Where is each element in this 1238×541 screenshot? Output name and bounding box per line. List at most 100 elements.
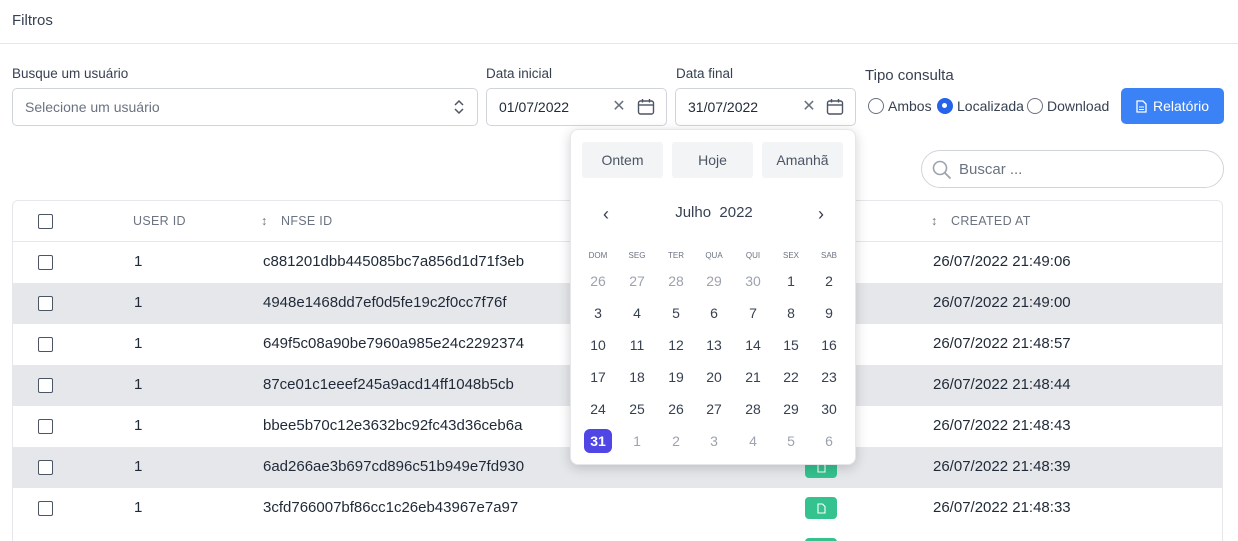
- radio-download[interactable]: Download: [1027, 97, 1109, 115]
- calendar-day[interactable]: 18: [622, 365, 652, 389]
- calendar-day[interactable]: 19: [661, 365, 691, 389]
- calendar-day[interactable]: 6: [699, 301, 729, 325]
- download-document-button[interactable]: [805, 497, 837, 519]
- calendar-day[interactable]: 21: [738, 365, 768, 389]
- calendar-day[interactable]: 4: [738, 429, 768, 453]
- column-header-created-at[interactable]: CREATED AT: [951, 214, 1031, 228]
- calendar-day[interactable]: 15: [776, 333, 806, 357]
- weekday-label: SEG: [628, 251, 646, 260]
- radio-ambos[interactable]: Ambos: [868, 97, 932, 115]
- calendar-day[interactable]: 3: [583, 301, 613, 325]
- row-checkbox[interactable]: [38, 460, 53, 475]
- calendar-day[interactable]: 26: [583, 269, 613, 293]
- calendar-day[interactable]: 28: [738, 397, 768, 421]
- document-icon: [1136, 99, 1147, 113]
- calendar-day[interactable]: 16: [814, 333, 844, 357]
- calendar-day[interactable]: 30: [738, 269, 768, 293]
- end-date-input[interactable]: 31/07/2022 ✕: [675, 88, 856, 126]
- cell-user-id: 1: [134, 294, 143, 311]
- calendar-day[interactable]: 23: [814, 365, 844, 389]
- calendar-day[interactable]: 31: [584, 429, 612, 453]
- calendar-day[interactable]: 26: [661, 397, 691, 421]
- radio-circle[interactable]: [1027, 98, 1043, 114]
- column-header-nfse-id[interactable]: NFSE ID: [281, 214, 332, 228]
- calendar-day[interactable]: 28: [661, 269, 691, 293]
- calendar-day[interactable]: 12: [661, 333, 691, 357]
- row-checkbox[interactable]: [38, 337, 53, 352]
- user-select-label: Busque um usuário: [12, 66, 129, 81]
- select-arrows-icon: [454, 99, 464, 115]
- cell-nfse-id: bbee5b70c12e3632bc92fc43d36ceb6a: [263, 417, 523, 434]
- quick-yesterday-button[interactable]: Ontem: [582, 142, 663, 178]
- datepicker-popup: Ontem Hoje Amanhã ‹ Julho 2022 › DOM SEG T…: [570, 129, 856, 465]
- search-placeholder: Buscar ...: [959, 161, 1023, 178]
- quick-tomorrow-button[interactable]: Amanhã: [762, 142, 843, 178]
- month-label[interactable]: Julho: [675, 204, 711, 221]
- cell-nfse-id: 649f5c08a90be7960a985e24c2292374: [263, 335, 525, 352]
- row-checkbox[interactable]: [38, 296, 53, 311]
- calendar-day[interactable]: 29: [699, 269, 729, 293]
- table-row[interactable]: 1 3cfd766007bf86cc1c26eb43967e7a97 26/07/2…: [13, 488, 1222, 529]
- cell-created-at: 26/07/2022 21:49:06: [933, 253, 1071, 270]
- column-header-user-id[interactable]: USER ID: [133, 214, 186, 228]
- calendar-day[interactable]: 2: [661, 429, 691, 453]
- select-all-checkbox[interactable]: [38, 214, 53, 229]
- calendar-day[interactable]: 4: [622, 301, 652, 325]
- calendar-day[interactable]: 17: [583, 365, 613, 389]
- query-type-label: Tipo consulta: [865, 67, 954, 84]
- sort-icon[interactable]: ↕: [931, 214, 938, 228]
- clear-icon[interactable]: ✕: [802, 98, 816, 116]
- calendar-day[interactable]: 7: [738, 301, 768, 325]
- clear-icon[interactable]: ✕: [612, 98, 626, 116]
- calendar-day[interactable]: 8: [776, 301, 806, 325]
- user-select[interactable]: Selecione um usuário: [12, 88, 478, 126]
- calendar-day[interactable]: 11: [622, 333, 652, 357]
- cell-nfse-id: 4948e1468dd7ef0d5fe19c2f0cc7f76f: [263, 294, 507, 311]
- weekday-label: SEX: [782, 251, 799, 260]
- end-date-label: Data final: [676, 66, 734, 81]
- calendar-icon[interactable]: [637, 98, 655, 116]
- search-input[interactable]: Buscar ...: [921, 150, 1224, 188]
- radio-label: Localizada: [957, 98, 1024, 114]
- sort-icon[interactable]: ↕: [261, 214, 268, 228]
- calendar-day[interactable]: 6: [814, 429, 844, 453]
- calendar-day[interactable]: 29: [776, 397, 806, 421]
- quick-today-button[interactable]: Hoje: [672, 142, 753, 178]
- cell-user-id: 1: [134, 499, 143, 516]
- calendar-day[interactable]: 20: [699, 365, 729, 389]
- page-header: Filtros: [0, 0, 1238, 44]
- calendar-day[interactable]: 13: [699, 333, 729, 357]
- calendar-day[interactable]: 30: [814, 397, 844, 421]
- start-date-input[interactable]: 01/07/2022 ✕: [486, 88, 667, 126]
- calendar-day[interactable]: 14: [738, 333, 768, 357]
- cell-nfse-id: 87ce01c1eeef245a9acd14ff1048b5cb: [263, 376, 514, 393]
- radio-circle[interactable]: [937, 98, 953, 114]
- calendar-day[interactable]: 5: [661, 301, 691, 325]
- calendar-day[interactable]: 5: [776, 429, 806, 453]
- weekday-label: SAB: [820, 251, 837, 260]
- row-checkbox[interactable]: [38, 419, 53, 434]
- cell-created-at: 26/07/2022 21:49:00: [933, 294, 1071, 311]
- row-checkbox[interactable]: [38, 378, 53, 393]
- calendar-day[interactable]: 25: [622, 397, 652, 421]
- calendar-day[interactable]: 2: [814, 269, 844, 293]
- year-label[interactable]: 2022: [719, 204, 752, 221]
- row-checkbox[interactable]: [38, 501, 53, 516]
- calendar-day[interactable]: 24: [583, 397, 613, 421]
- cell-user-id: 1: [134, 458, 143, 475]
- calendar-day[interactable]: 1: [776, 269, 806, 293]
- calendar-day[interactable]: 27: [622, 269, 652, 293]
- radio-localizada[interactable]: Localizada: [937, 97, 1024, 115]
- calendar-day[interactable]: 22: [776, 365, 806, 389]
- calendar-day[interactable]: 1: [622, 429, 652, 453]
- report-button[interactable]: Relatório: [1121, 88, 1224, 124]
- radio-circle[interactable]: [868, 98, 884, 114]
- row-checkbox[interactable]: [38, 255, 53, 270]
- calendar-day[interactable]: 9: [814, 301, 844, 325]
- calendar-day[interactable]: 10: [583, 333, 613, 357]
- cell-nfse-id: c881201dbb445085bc7a856d1d71f3eb: [263, 253, 525, 270]
- calendar-day[interactable]: 3: [699, 429, 729, 453]
- calendar-day[interactable]: 27: [699, 397, 729, 421]
- calendar-icon[interactable]: [826, 98, 844, 116]
- chevron-right-icon[interactable]: ›: [811, 202, 831, 226]
